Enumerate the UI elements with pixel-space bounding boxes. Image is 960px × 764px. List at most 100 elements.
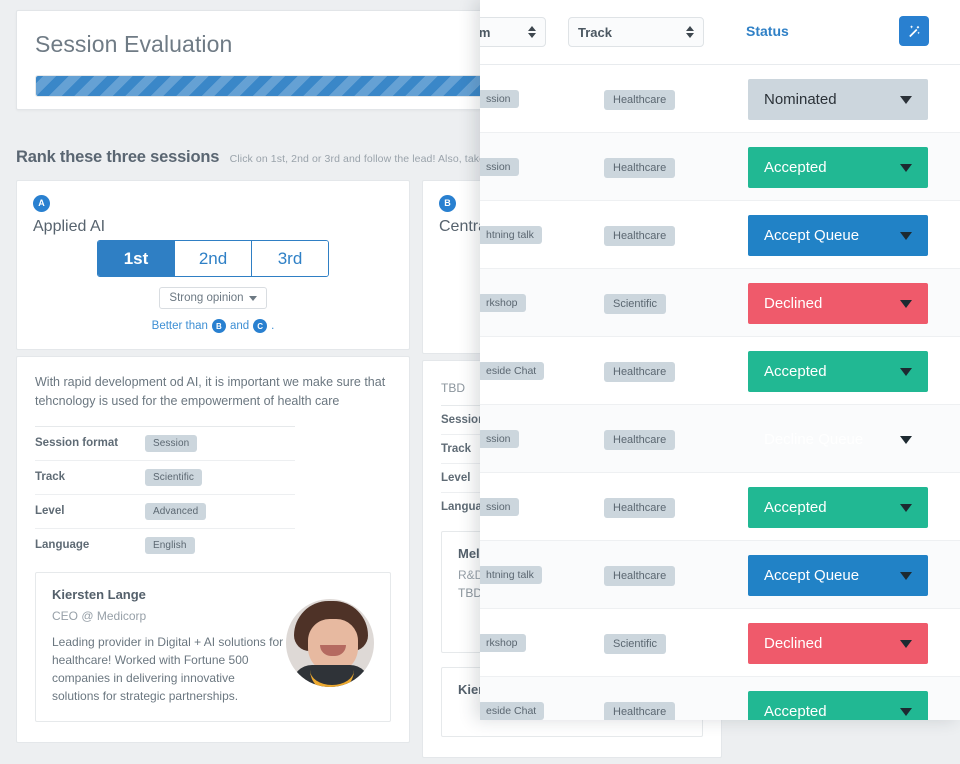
track-pill: Healthcare bbox=[604, 430, 676, 450]
better-than-badge-c: C bbox=[253, 319, 268, 333]
session-form-select[interactable]: ssion form bbox=[480, 17, 546, 47]
status-dropdown-button[interactable]: Nominated bbox=[748, 79, 928, 120]
chevron-down-icon bbox=[900, 707, 912, 716]
chevron-down-icon bbox=[900, 435, 912, 444]
session-format-pill: htning talk bbox=[480, 226, 542, 244]
status-dropdown-button[interactable]: Declined bbox=[748, 283, 928, 324]
better-than-line-a: Better than B and C . bbox=[151, 319, 275, 333]
session-format-pill: rkshop bbox=[480, 634, 526, 652]
chevron-down-icon bbox=[900, 95, 912, 104]
table-row: ssion Healthcare Decline Queue bbox=[480, 405, 960, 473]
status-label: Accepted bbox=[764, 499, 827, 516]
magic-wand-button[interactable] bbox=[899, 16, 929, 46]
table-row: rkshop Scientific Declined bbox=[480, 269, 960, 337]
session-abstract-a: With rapid development od AI, it is impo… bbox=[35, 375, 386, 409]
card-letter-badge-a: A bbox=[33, 195, 50, 212]
track-pill: Healthcare bbox=[604, 158, 676, 178]
session-detail-card-a: With rapid development od AI, it is impo… bbox=[16, 356, 410, 743]
session-format-pill: eside Chat bbox=[480, 702, 545, 720]
avatar-necklace bbox=[310, 667, 354, 687]
table-row: htning talk Healthcare Accept Queue bbox=[480, 541, 960, 609]
table-row: ssion Healthcare Accepted bbox=[480, 133, 960, 201]
track-select[interactable]: Track bbox=[568, 17, 704, 47]
session-title-a: Applied AI bbox=[33, 218, 106, 235]
session-status-overlay-panel: ssion form Track Status ssion Healthcare N… bbox=[480, 0, 960, 720]
session-format-pill: ssion bbox=[480, 158, 519, 176]
chevron-down-icon bbox=[900, 163, 912, 172]
chevron-down-icon bbox=[900, 231, 912, 240]
status-label: Decline Queue bbox=[764, 431, 864, 448]
chevron-down-icon bbox=[900, 503, 912, 512]
rank-column-a: A Applied AI 1st 2nd 3rd Strong opinion … bbox=[16, 180, 410, 749]
session-format-pill: ssion bbox=[480, 430, 519, 448]
status-dropdown-button[interactable]: Accepted bbox=[748, 351, 928, 392]
rank-card-a: A Applied AI 1st 2nd 3rd Strong opinion … bbox=[16, 180, 410, 350]
table-row: Session format Session bbox=[35, 426, 295, 460]
rank-segmented-control-a[interactable]: 1st 2nd 3rd bbox=[97, 240, 329, 277]
better-than-suffix: . bbox=[271, 320, 275, 332]
track-pill: Healthcare bbox=[604, 702, 676, 720]
status-dropdown-button[interactable]: Decline Queue bbox=[748, 419, 928, 460]
sort-arrows-icon bbox=[528, 26, 536, 38]
status-label: Declined bbox=[764, 635, 823, 652]
status-dropdown-button[interactable]: Declined bbox=[748, 623, 928, 664]
status-dropdown-button[interactable]: Accepted bbox=[748, 487, 928, 528]
session-form-select-label: ssion form bbox=[480, 24, 491, 40]
table-row: Language English bbox=[35, 528, 295, 562]
track-pill: Healthcare bbox=[604, 362, 676, 382]
meta-value-track: Scientific bbox=[145, 468, 203, 486]
meta-key-track: Track bbox=[35, 471, 66, 484]
status-dropdown-button[interactable]: Accepted bbox=[748, 691, 928, 720]
table-row: htning talk Healthcare Accept Queue bbox=[480, 201, 960, 269]
table-row: ssion Healthcare Accepted bbox=[480, 473, 960, 541]
chevron-down-icon bbox=[900, 571, 912, 580]
status-dropdown-button[interactable]: Accept Queue bbox=[748, 215, 928, 256]
status-label: Accepted bbox=[764, 159, 827, 176]
status-label: Accepted bbox=[764, 363, 827, 380]
status-label: Accept Queue bbox=[764, 567, 860, 584]
status-label: Nominated bbox=[764, 91, 837, 108]
chevron-down-icon bbox=[900, 367, 912, 376]
table-row: eside Chat Healthcare Accepted bbox=[480, 677, 960, 720]
track-pill: Healthcare bbox=[604, 498, 676, 518]
table-row: ssion Healthcare Nominated bbox=[480, 65, 960, 133]
rank-option-2nd[interactable]: 2nd bbox=[175, 241, 252, 276]
opinion-label: Strong opinion bbox=[169, 292, 244, 304]
meta-value-session-format: Session bbox=[145, 434, 198, 452]
session-format-pill: htning talk bbox=[480, 566, 542, 584]
track-pill: Healthcare bbox=[604, 90, 676, 110]
rank-option-1st[interactable]: 1st bbox=[98, 241, 175, 276]
better-than-prefix: Better than bbox=[151, 320, 208, 332]
track-pill: Scientific bbox=[604, 294, 667, 314]
sort-arrows-icon bbox=[686, 26, 694, 38]
meta-key-session-format: Session format bbox=[35, 437, 119, 450]
session-meta-table-a: Session format Session Track Scientific … bbox=[35, 426, 295, 562]
status-column-header[interactable]: Status bbox=[746, 23, 789, 39]
track-pill: Scientific bbox=[604, 634, 667, 654]
card-letter-badge-b: B bbox=[439, 195, 456, 212]
chevron-down-icon bbox=[900, 639, 912, 648]
status-dropdown-button[interactable]: Accepted bbox=[748, 147, 928, 188]
rank-section-title: Rank these three sessions bbox=[16, 148, 220, 166]
avatar bbox=[286, 598, 374, 687]
page-title: Session Evaluation bbox=[35, 31, 233, 57]
status-label: Accept Queue bbox=[764, 227, 860, 244]
track-pill: Healthcare bbox=[604, 566, 676, 586]
session-format-pill: eside Chat bbox=[480, 362, 545, 380]
session-format-pill: ssion bbox=[480, 498, 519, 516]
chevron-down-icon bbox=[248, 295, 257, 301]
track-pill: Healthcare bbox=[604, 226, 676, 246]
magic-wand-icon bbox=[909, 25, 920, 38]
table-row: Level Advanced bbox=[35, 494, 295, 528]
better-than-join: and bbox=[229, 320, 250, 332]
track-select-label: Track bbox=[578, 24, 612, 40]
rank-option-3rd[interactable]: 3rd bbox=[252, 241, 328, 276]
table-row: Track Scientific bbox=[35, 460, 295, 494]
status-dropdown-button[interactable]: Accept Queue bbox=[748, 555, 928, 596]
table-row: eside Chat Healthcare Accepted bbox=[480, 337, 960, 405]
session-format-pill: rkshop bbox=[480, 294, 526, 312]
chevron-down-icon bbox=[900, 299, 912, 308]
table-row: rkshop Scientific Declined bbox=[480, 609, 960, 677]
opinion-dropdown-a[interactable]: Strong opinion bbox=[159, 287, 267, 309]
session-format-pill: ssion bbox=[480, 90, 519, 108]
